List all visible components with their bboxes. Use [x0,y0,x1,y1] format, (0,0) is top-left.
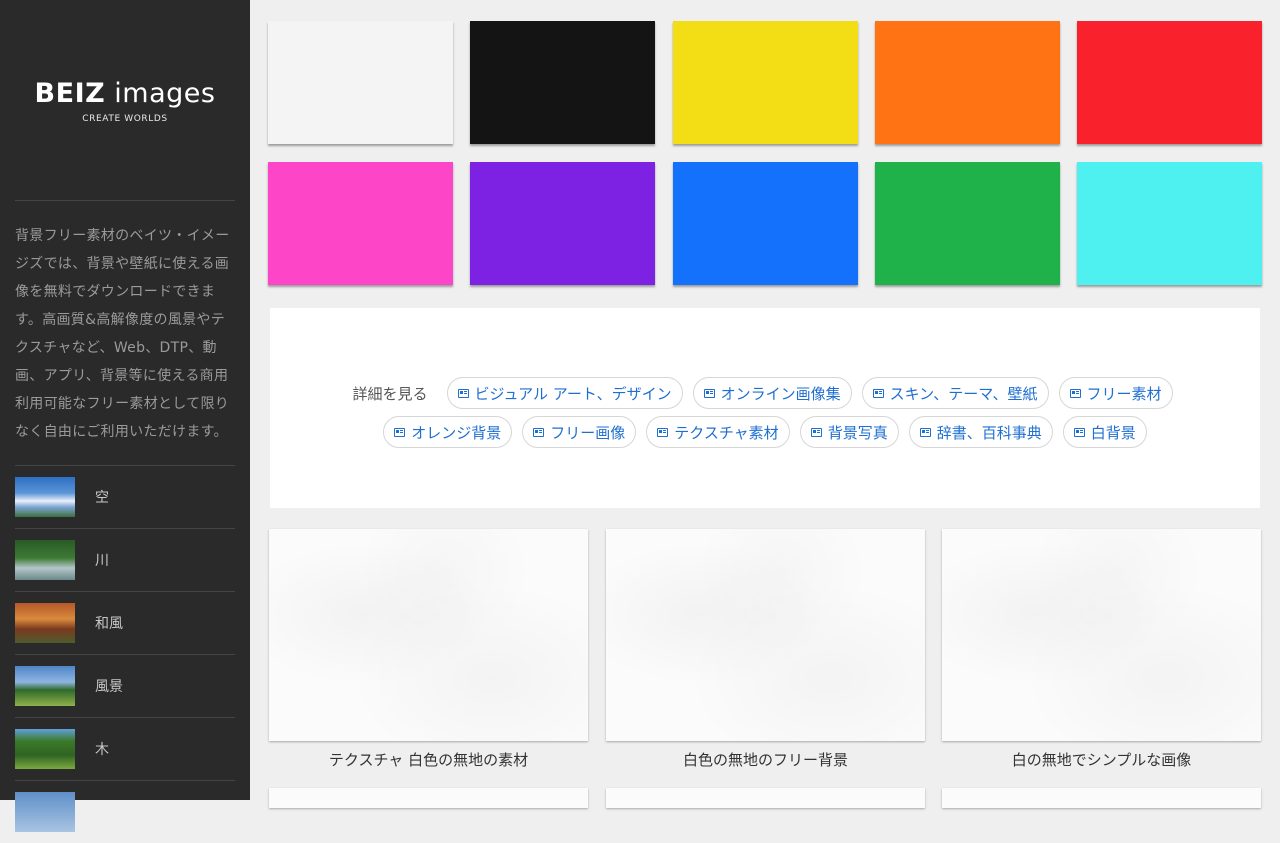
color-swatch-pink[interactable] [268,162,453,285]
category-list: 空 川 和風 風景 木 [15,466,235,843]
color-swatch-cyan[interactable] [1077,162,1262,285]
card-thumbnail[interactable] [606,529,925,741]
logo-title-bold: BEIZ [34,78,106,109]
tag-label: 背景写真 [827,423,888,442]
article-icon [1069,388,1081,398]
tag-link[interactable]: テクスチャ素材 [646,416,790,448]
logo-tagline: CREATE WORLDS [82,114,168,124]
category-item-japanese[interactable]: 和風 [15,592,235,655]
article-icon [394,427,406,437]
category-label: 木 [95,742,109,758]
tag-link[interactable]: 白背景 [1062,416,1147,448]
tag-link[interactable]: オンライン画像集 [692,377,852,409]
category-label: 和風 [95,616,123,632]
color-swatch-blue[interactable] [673,162,858,285]
logo-title-rest: images [105,78,216,109]
tag-link[interactable]: フリー画像 [522,416,637,448]
color-swatch-green[interactable] [875,162,1060,285]
tag-row: 詳細を見る ビジュアル アート、デザイン オンライン画像集 スキン、テーマ、壁紙… [270,377,1260,409]
tag-label: 辞書、百科事典 [936,423,1042,442]
tag-label: フリー素材 [1086,384,1162,403]
tag-label: ビジュアル アート、デザイン [474,384,672,403]
category-thumbnail [15,477,75,517]
card-caption[interactable]: テクスチャ 白色の無地の素材 [269,751,588,769]
related-tags-panel: 詳細を見る ビジュアル アート、デザイン オンライン画像集 スキン、テーマ、壁紙… [270,308,1260,508]
tag-label: テクスチャ素材 [674,423,779,442]
category-item-river[interactable]: 川 [15,529,235,592]
tag-label: オンライン画像集 [720,384,841,403]
logo-title: BEIZ images [0,78,250,110]
color-swatch-white[interactable] [268,21,453,144]
tag-link[interactable]: オレンジ背景 [383,416,513,448]
tag-label: フリー画像 [550,423,626,442]
color-swatch-yellow[interactable] [673,21,858,144]
card-thumbnail[interactable] [942,529,1261,741]
card-thumbnail[interactable] [269,529,588,741]
color-swatch-orange[interactable] [875,21,1060,144]
image-card-partial[interactable] [606,788,925,808]
tag-link[interactable]: フリー素材 [1058,377,1173,409]
article-icon [1073,427,1085,437]
article-icon [872,388,884,398]
card-caption[interactable]: 白の無地でシンプルな画像 [942,751,1261,769]
site-logo[interactable]: BEIZ images CREATE WORLDS [0,78,250,124]
category-thumbnail [15,792,75,832]
category-item-sky[interactable]: 空 [15,466,235,529]
tag-label: スキン、テーマ、壁紙 [889,384,1038,403]
category-label: 風景 [95,679,123,695]
category-thumbnail [15,603,75,643]
tag-label: 白背景 [1090,423,1136,442]
category-item-tree[interactable]: 木 [15,718,235,781]
site-intro: 背景フリー素材のベイツ・イメージズでは、背景や壁紙に使える画像を無料でダウンロー… [15,228,230,440]
category-item-landscape[interactable]: 風景 [15,655,235,718]
category-label: 川 [95,553,109,569]
category-thumbnail [15,729,75,769]
color-swatch-purple[interactable] [470,162,655,285]
article-icon [703,388,715,398]
sidebar: BEIZ images CREATE WORLDS 背景フリー素材のベイツ・イメ… [0,0,250,832]
tag-link[interactable]: ビジュアル アート、デザイン [446,377,683,409]
card-caption[interactable]: 白色の無地のフリー背景 [606,751,925,769]
image-card-partial[interactable] [942,788,1261,808]
category-label: 空 [95,490,109,506]
category-thumbnail [15,540,75,580]
image-card-partial[interactable] [269,788,588,808]
category-thumbnail [15,666,75,706]
tag-link[interactable]: 背景写真 [799,416,899,448]
tag-link[interactable]: 辞書、百科事典 [908,416,1053,448]
article-icon [457,388,469,398]
article-icon [533,427,545,437]
tags-lead-label: 詳細を見る [352,384,428,403]
article-icon [810,427,822,437]
color-swatch-black[interactable] [470,21,655,144]
article-icon [919,427,931,437]
sidebar-divider [15,200,235,201]
category-item-partial[interactable] [15,781,235,843]
tag-link[interactable]: スキン、テーマ、壁紙 [861,377,1049,409]
image-card[interactable]: 白の無地でシンプルな画像 [942,529,1261,769]
tag-row: オレンジ背景 フリー画像 テクスチャ素材 背景写真 辞書、百科事典 白背景 [270,416,1260,448]
tag-label: オレンジ背景 [411,423,502,442]
image-card[interactable]: テクスチャ 白色の無地の素材 [269,529,588,769]
image-card[interactable]: 白色の無地のフリー背景 [606,529,925,769]
article-icon [657,427,669,437]
color-swatch-red[interactable] [1077,21,1262,144]
